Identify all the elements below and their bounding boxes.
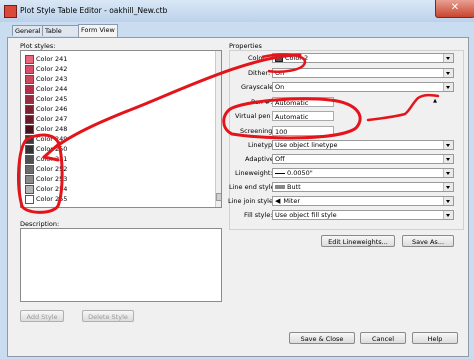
chevron-down-icon[interactable] [443,69,453,77]
plot-style-editor-window: Plot Style Table Editor - oakhill_New.ct… [0,0,474,359]
list-item-label: Color 253 [36,175,68,183]
fill-style-label: Fill style: [244,211,273,219]
list-item-label: Color 242 [36,65,68,73]
form-view-panel: Plot styles: Color 241 Color 242 Color 243… [7,37,469,357]
edit-lineweights-button[interactable]: Edit Lineweights... [321,235,395,247]
color-swatch [25,105,34,114]
list-item-label: Color 250 [36,145,68,153]
list-item-label: Color 245 [36,95,68,103]
list-item-label: Color 243 [36,75,68,83]
miter-join-icon: ◀ [275,197,281,205]
list-item-label: Color 244 [36,85,68,93]
linetype-value: Use object linetype [275,141,338,149]
scrollbar-thumb[interactable] [216,193,221,201]
delete-style-button[interactable]: Delete Style [82,310,134,322]
list-item-label: Color 254 [36,185,68,193]
line-end-style-label: Line end style: [229,183,277,191]
list-item-label: Color 252 [36,165,68,173]
dither-value: On [275,69,285,77]
color-swatch [25,175,34,184]
fill-style-value: Use object fill style [275,211,337,219]
fill-style-dropdown[interactable]: Use object fill style [272,210,454,220]
chevron-down-icon[interactable] [443,169,453,177]
list-item-label: Color 249 [36,135,68,143]
line-end-style-value: Butt [287,183,301,191]
tab-form-view[interactable]: Form View [78,24,118,37]
color-swatch [25,135,34,144]
virtual-pen-input[interactable]: Automatic [272,111,334,121]
help-button[interactable]: Help [412,332,458,344]
chevron-down-icon[interactable] [443,211,453,219]
description-label: Description: [20,220,60,228]
color-swatch [25,85,34,94]
color-swatch [275,54,283,62]
list-item-label: Color 248 [36,125,68,133]
app-icon [4,5,17,18]
screening-input[interactable]: 100 [272,126,334,136]
spinner-up-icon[interactable]: ▲ [432,97,438,105]
color-swatch [25,125,34,134]
lineweight-dropdown[interactable]: 0.0050" [272,168,454,178]
color-value: Color 2 [285,54,309,62]
color-swatch [25,195,34,204]
color-swatch [25,145,34,154]
color-swatch [25,75,34,84]
pen-input[interactable]: Automatic [272,97,334,107]
line-join-style-dropdown[interactable]: ◀ Miter [272,196,454,206]
chevron-down-icon[interactable] [443,155,453,163]
color-swatch [25,55,34,64]
list-item-label: Color 241 [36,55,68,63]
window-title: Plot Style Table Editor - oakhill_New.ct… [20,6,168,15]
line-join-style-value: Miter [283,197,301,205]
color-dropdown[interactable]: Color 2 [272,53,454,63]
color-label: Color: [248,54,268,62]
color-swatch [25,115,34,124]
pen-label: Pen #: [251,98,273,106]
properties-label: Properties [229,42,262,50]
save-as-button[interactable]: Save As... [402,235,454,247]
linetype-dropdown[interactable]: Use object linetype [272,140,454,150]
grayscale-value: On [275,83,285,91]
list-item-label: Color 251 [36,155,68,163]
color-swatch [25,95,34,104]
color-swatch [25,65,34,74]
grayscale-dropdown[interactable]: On [272,82,454,92]
title-bar[interactable]: Plot Style Table Editor - oakhill_New.ct… [0,0,474,22]
lineweight-value: 0.0050" [287,169,313,177]
save-close-button[interactable]: Save & Close [289,332,355,344]
color-swatch [25,165,34,174]
screening-label: Screening: [240,127,275,135]
chevron-down-icon[interactable] [443,83,453,91]
close-button[interactable]: ✕ [435,0,474,18]
chevron-down-icon[interactable] [443,197,453,205]
lineweight-label: Lineweight: [235,169,273,177]
plot-styles-list[interactable]: Color 241 Color 242 Color 243 Color 244 Colo… [20,50,222,208]
tab-general[interactable]: General [12,25,44,36]
dither-label: Dither: [248,69,271,77]
list-item-label: Color 246 [36,105,68,113]
plot-styles-label: Plot styles: [20,42,56,50]
grayscale-label: Grayscale: [241,83,276,91]
description-textarea[interactable] [20,228,222,302]
chevron-down-icon[interactable] [443,183,453,191]
lineweight-preview-icon [275,172,285,174]
color-swatch [25,155,34,164]
chevron-down-icon[interactable] [443,141,453,149]
list-item-label: Color 255 [36,195,68,203]
list-scrollbar[interactable] [215,51,221,207]
adaptive-dropdown[interactable]: Off [272,154,454,164]
butt-cap-icon [275,185,285,189]
line-join-style-label: Line join style: [228,197,276,205]
color-swatch [25,185,34,194]
list-item-label: Color 247 [36,115,68,123]
adaptive-value: Off [275,155,285,163]
add-style-button[interactable]: Add Style [20,310,64,322]
line-end-style-dropdown[interactable]: Butt [272,182,454,192]
chevron-down-icon[interactable] [443,54,453,62]
tab-table-view[interactable]: Table View [42,25,80,45]
cancel-button[interactable]: Cancel [360,332,406,344]
dither-dropdown[interactable]: On [272,68,454,78]
